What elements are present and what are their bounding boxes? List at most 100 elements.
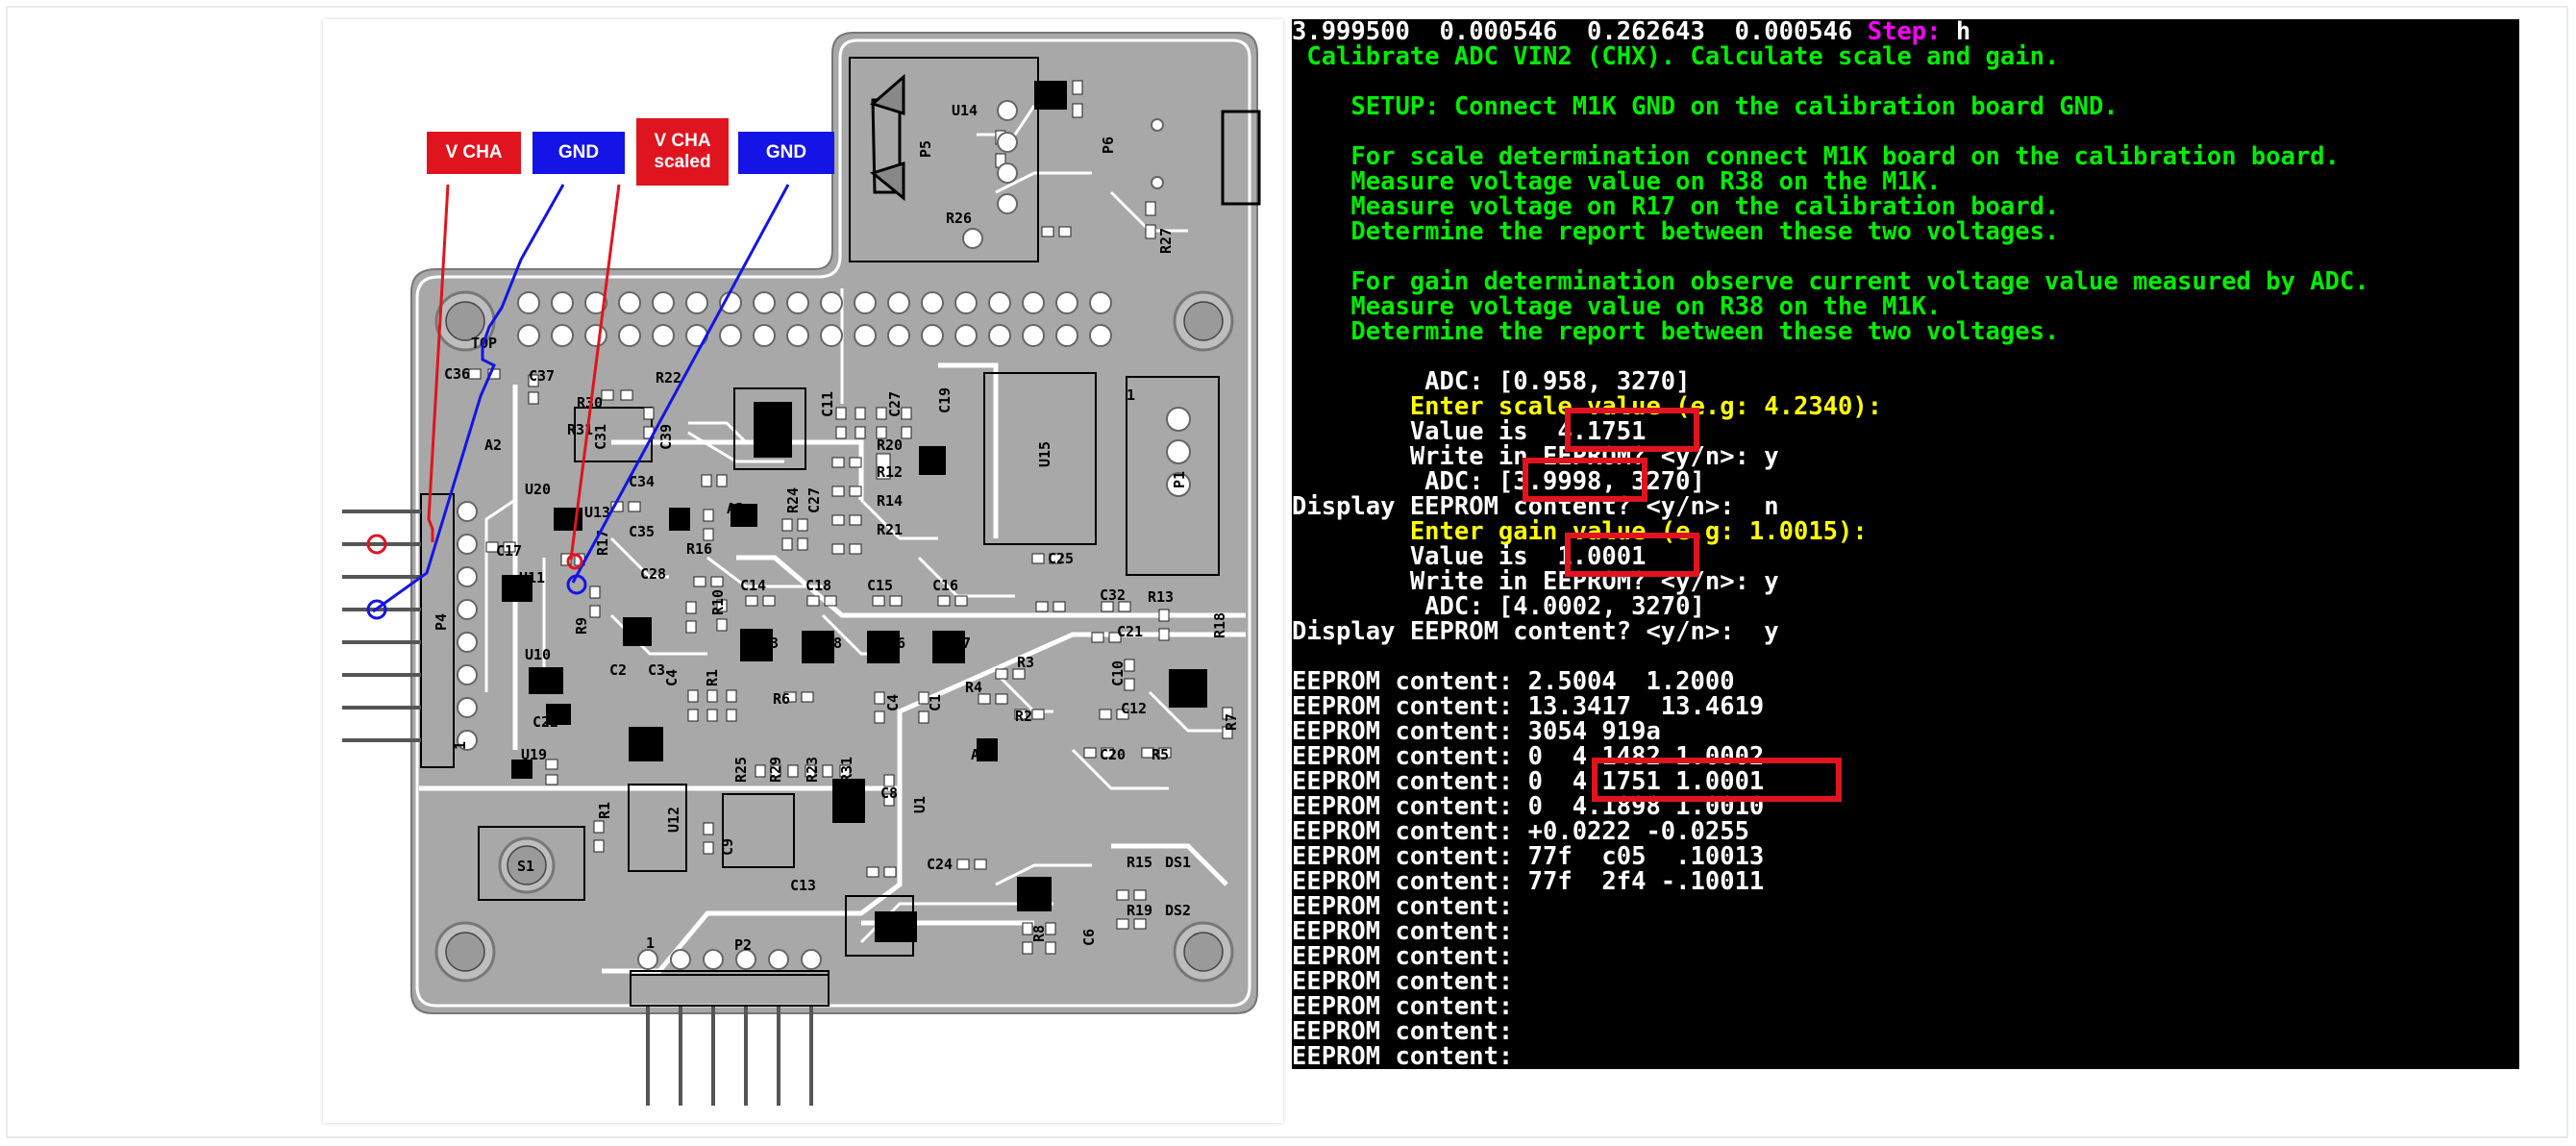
svg-text:U12: U12 [665,807,682,833]
svg-text:U8: U8 [825,635,842,652]
svg-text:C14: C14 [740,577,766,594]
svg-text:R26: R26 [946,210,972,227]
label-v-cha-scaled-line2: scaled [654,152,711,172]
svg-text:P5: P5 [917,140,934,158]
svg-text:U26: U26 [884,921,910,938]
svg-text:U11: U11 [519,569,545,586]
svg-text:C27: C27 [886,391,904,417]
svg-text:1: 1 [646,934,655,952]
svg-text:C24: C24 [927,856,953,873]
svg-text:R6: R6 [773,690,790,708]
terminal-line-scale-1: For scale determination connect M1K boar… [1292,142,2341,171]
terminal-line-write-2: Write in EEPROM? <y/n>: y [1292,567,1779,596]
pcb-layout-panel: U14 P6 R28 R26 R27 P5 TOP C36 C37 R22 R3… [323,19,1283,1123]
svg-text:A2: A2 [484,436,502,454]
label-gnd-1: GND [533,132,625,174]
svg-text:R2: R2 [1015,708,1032,725]
label-gnd-1-text: GND [557,142,600,162]
svg-text:R13: R13 [1148,588,1174,606]
eeprom-line: EEPROM content: [1292,917,1514,946]
svg-text:R1: R1 [596,802,613,819]
svg-text:C18: C18 [805,577,831,594]
eeprom-line: EEPROM content: +0.0222 -0.0255 [1292,817,1749,846]
svg-text:C11: C11 [819,391,836,417]
svg-text:P4: P4 [433,613,450,631]
svg-text:U10: U10 [525,646,551,663]
svg-text:1: 1 [452,741,469,750]
svg-text:C13: C13 [790,877,816,894]
svg-text:C22: C22 [533,713,558,731]
svg-text:R19: R19 [1127,902,1152,919]
label-v-cha-scaled-line1: V CHA [654,131,711,151]
svg-text:R16: R16 [686,540,712,558]
svg-text:C37: C37 [529,367,555,385]
svg-text:1: 1 [1127,386,1135,404]
svg-text:C12: C12 [1121,700,1147,717]
svg-text:C4: C4 [884,694,902,711]
svg-text:R22: R22 [656,369,681,386]
svg-text:R27: R27 [1157,228,1175,254]
terminal-console[interactable]: 3.999500 0.000546 0.262643 0.000546 Step… [1292,19,2519,1069]
highlight-gain-value [1565,533,1699,577]
svg-text:P6: P6 [1100,137,1117,154]
eeprom-line: EEPROM content: 77f c05 .10013 [1292,842,1765,871]
svg-text:R24: R24 [784,487,802,513]
svg-text:U23: U23 [1027,875,1053,892]
svg-text:R1: R1 [704,669,721,686]
svg-text:R4: R4 [965,679,982,696]
svg-text:R9: R9 [573,617,590,635]
svg-text:C39: C39 [657,424,675,450]
svg-text:A1: A1 [971,746,988,763]
eeprom-line: EEPROM content: 77f 2f4 -.10011 [1292,867,1765,896]
svg-text:C19: C19 [936,387,954,413]
eeprom-line: EEPROM content: [1292,1042,1514,1069]
highlight-eeprom-stored [1592,758,1842,802]
svg-text:R7: R7 [1223,713,1240,731]
svg-text:C28: C28 [640,565,666,583]
svg-text:R17: R17 [594,530,611,556]
svg-text:C16: C16 [932,577,958,594]
svg-text:U19: U19 [521,746,547,763]
svg-text:R14: R14 [877,492,903,510]
svg-text:R12: R12 [877,463,903,481]
terminal-line-display-2: Display EEPROM content? <y/n>: y [1292,617,1779,646]
svg-text:U5: U5 [631,617,648,635]
eeprom-line: EEPROM content: 3054 919a [1292,717,1661,746]
svg-text:C9: C9 [719,838,736,856]
svg-text:R3: R3 [1017,654,1034,671]
svg-text:C15: C15 [867,577,893,594]
terminal-line-scale-3: Measure voltage on R17 on the calibratio… [1292,192,2060,221]
svg-text:R21: R21 [877,521,903,538]
svg-text:U4: U4 [767,435,784,452]
svg-text:C1: C1 [927,694,944,711]
eeprom-line: EEPROM content: 2.5004 1.2000 [1292,667,1735,696]
highlight-adc-value [1523,458,1647,502]
svg-text:U15: U15 [1036,441,1053,467]
svg-text:C4: C4 [663,669,681,686]
eeprom-line: EEPROM content: 13.3417 13.4619 [1292,692,1765,721]
svg-text:R29: R29 [767,757,784,783]
svg-text:U6: U6 [888,635,905,652]
svg-text:R15: R15 [1127,854,1152,871]
label-v-cha-text: V CHA [445,142,503,162]
terminal-line-title: Calibrate ADC VIN2 (CHX). Calculate scal… [1292,42,2060,71]
svg-text:C35: C35 [629,523,655,540]
eeprom-line: EEPROM content: [1292,892,1514,921]
svg-text:U20: U20 [525,481,551,498]
svg-text:R20: R20 [877,436,903,454]
terminal-line-scale-4: Determine the report between these two v… [1292,217,2060,246]
svg-text:C31: C31 [592,424,609,450]
svg-text:U14: U14 [952,102,978,119]
svg-text:C10: C10 [1109,660,1127,686]
svg-text:C6: C6 [1080,929,1098,946]
svg-text:C8: C8 [880,785,898,802]
svg-text:C17: C17 [496,542,522,560]
svg-text:1: 1 [1050,91,1067,100]
svg-text:C34: C34 [629,473,655,490]
label-gnd-2-text: GND [765,142,807,162]
label-v-cha: V CHA [427,132,521,174]
eeprom-line: EEPROM content: [1292,992,1514,1021]
svg-text:A3: A3 [727,500,744,517]
svg-text:R25: R25 [732,757,750,783]
svg-text:C21: C21 [1117,623,1143,640]
